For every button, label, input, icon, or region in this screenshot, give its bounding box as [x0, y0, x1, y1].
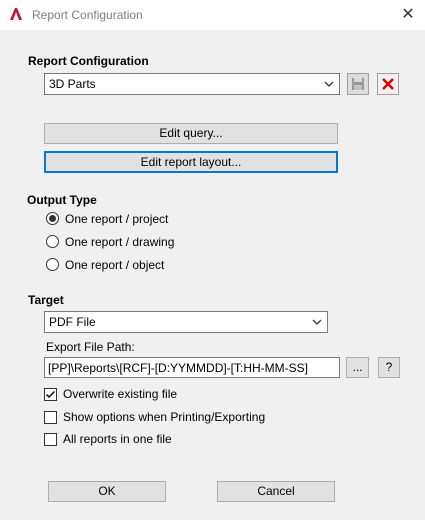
report-config-value: 3D Parts	[49, 77, 96, 91]
target-heading: Target	[28, 293, 64, 307]
save-icon	[352, 78, 364, 90]
target-select[interactable]: PDF File	[44, 311, 328, 333]
output-type-heading: Output Type	[27, 193, 97, 207]
chevron-down-icon	[324, 81, 334, 87]
export-path-label: Export File Path:	[46, 340, 135, 354]
checkbox-show-options[interactable]	[44, 411, 57, 424]
report-config-heading: Report Configuration	[28, 54, 149, 68]
delete-button[interactable]	[377, 73, 399, 95]
checkbox-label-show-options: Show options when Printing/Exporting	[63, 410, 266, 424]
close-icon[interactable]: ✕	[397, 5, 419, 25]
radio-one-report-object[interactable]	[46, 258, 59, 271]
checkbox-all-in-one[interactable]	[44, 433, 57, 446]
radio-one-report-project[interactable]	[46, 212, 59, 225]
save-button[interactable]	[347, 73, 369, 95]
radio-selected-dot	[49, 215, 56, 222]
target-value: PDF File	[49, 315, 96, 329]
radio-label-project: One report / project	[65, 212, 169, 226]
chevron-down-icon	[312, 319, 322, 325]
window-title: Report Configuration	[32, 8, 143, 22]
radio-label-object: One report / object	[65, 258, 165, 272]
edit-report-layout-button[interactable]: Edit report layout...	[44, 151, 338, 173]
ok-button[interactable]: OK	[48, 481, 166, 502]
delete-icon	[382, 78, 394, 90]
export-path-input[interactable]: [PP]\Reports\[RCF]-[D:YYMMDD]-[T:HH-MM-S…	[44, 357, 340, 378]
checkbox-overwrite[interactable]	[44, 388, 57, 401]
cancel-button[interactable]: Cancel	[217, 481, 335, 502]
checkbox-label-overwrite: Overwrite existing file	[63, 387, 178, 401]
browse-button[interactable]: ...	[346, 357, 369, 378]
checkmark-icon	[45, 390, 56, 399]
help-button[interactable]: ?	[378, 357, 400, 378]
radio-label-drawing: One report / drawing	[65, 235, 175, 249]
export-path-value: [PP]\Reports\[RCF]-[D:YYMMDD]-[T:HH-MM-S…	[48, 361, 309, 375]
report-config-select[interactable]: 3D Parts	[44, 73, 340, 95]
autocad-a-icon	[10, 8, 22, 20]
checkbox-label-all-in-one: All reports in one file	[63, 432, 172, 446]
radio-one-report-drawing[interactable]	[46, 235, 59, 248]
edit-query-button[interactable]: Edit query...	[44, 123, 338, 144]
